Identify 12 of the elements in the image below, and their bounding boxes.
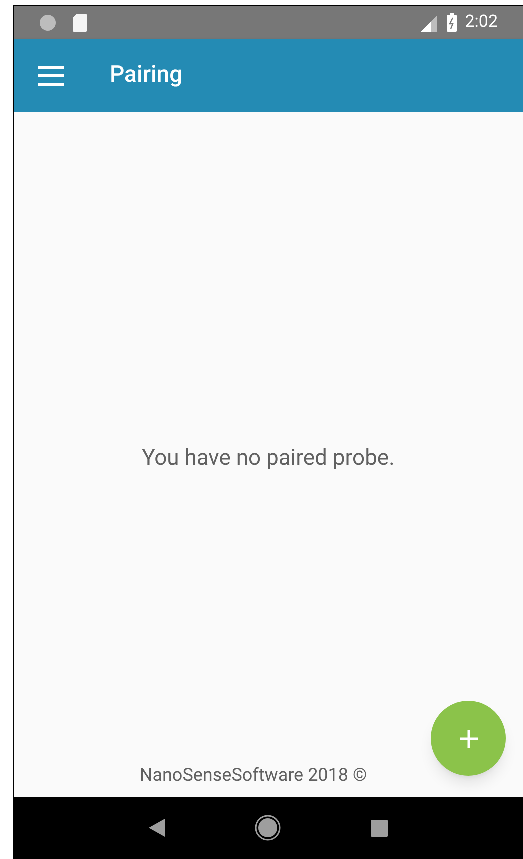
recents-icon[interactable]: [371, 820, 388, 836]
status-time: 2:02: [465, 10, 498, 34]
empty-message: You have no paired probe.: [142, 445, 395, 473]
copyright-footer: NanoSenseSoftware 2018 ©: [140, 762, 368, 789]
plus-icon: [458, 728, 478, 748]
page-title: Pairing: [110, 60, 183, 90]
home-icon[interactable]: [255, 815, 281, 841]
menu-icon[interactable]: [38, 66, 64, 86]
sd-card-icon: [73, 14, 87, 32]
battery-icon: [447, 13, 458, 32]
notification-dot-icon: [39, 14, 57, 32]
back-icon[interactable]: [149, 819, 165, 837]
